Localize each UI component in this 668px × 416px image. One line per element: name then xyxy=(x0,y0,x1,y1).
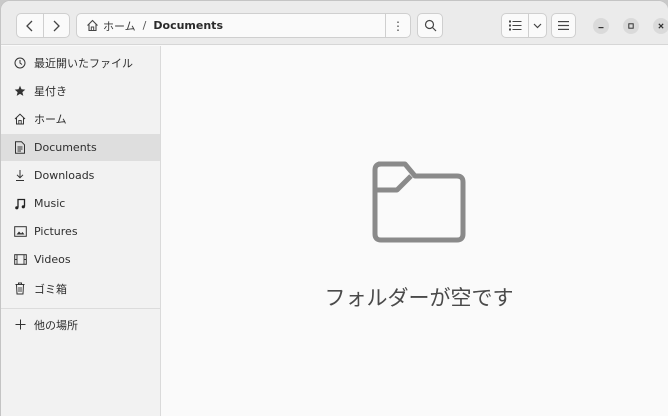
sidebar: 最近開いたファイル 星付き ホーム Documents Downloads Mu… xyxy=(1,46,161,416)
header-bar: ホーム / Documents ⋮ xyxy=(1,1,668,45)
empty-folder-message: フォルダーが空です xyxy=(324,286,514,310)
star-icon xyxy=(13,84,27,98)
back-button[interactable] xyxy=(17,14,43,37)
sidebar-item-label: 星付き xyxy=(34,84,67,98)
minimize-button[interactable] xyxy=(593,18,609,34)
close-button[interactable] xyxy=(653,18,668,34)
sidebar-item-music[interactable]: Music xyxy=(1,190,160,217)
plus-icon xyxy=(13,318,27,332)
home-icon xyxy=(13,112,27,126)
sidebar-divider xyxy=(1,308,160,309)
main-menu-button[interactable] xyxy=(551,13,576,38)
empty-folder-icon xyxy=(372,161,466,243)
maximize-icon xyxy=(628,23,634,29)
sidebar-item-videos[interactable]: Videos xyxy=(1,246,160,273)
sidebar-item-trash[interactable]: ゴミ箱 xyxy=(1,275,160,302)
search-button[interactable] xyxy=(417,13,443,38)
list-view-button[interactable] xyxy=(502,14,528,37)
maximize-button[interactable] xyxy=(623,18,639,34)
document-icon xyxy=(13,141,27,155)
trash-icon xyxy=(13,282,27,296)
clock-icon xyxy=(13,56,27,70)
picture-icon xyxy=(13,225,27,239)
sidebar-item-home[interactable]: ホーム xyxy=(1,105,160,132)
music-icon xyxy=(13,197,27,211)
vertical-dots-icon: ⋮ xyxy=(392,18,404,33)
home-icon[interactable] xyxy=(85,19,99,33)
path-separator: / xyxy=(142,19,147,32)
path-segment-home[interactable]: ホーム xyxy=(103,18,136,34)
path-menu-button[interactable]: ⋮ xyxy=(385,14,410,37)
video-icon xyxy=(13,253,27,267)
sidebar-item-starred[interactable]: 星付き xyxy=(1,77,160,104)
sidebar-item-label: 最近開いたファイル xyxy=(34,56,133,70)
sidebar-item-recent[interactable]: 最近開いたファイル xyxy=(1,49,160,76)
sidebar-item-pictures[interactable]: Pictures xyxy=(1,218,160,245)
sidebar-item-label: Pictures xyxy=(34,225,78,238)
sidebar-item-label: 他の場所 xyxy=(34,318,78,332)
sidebar-item-label: ゴミ箱 xyxy=(34,282,67,296)
sidebar-item-label: Downloads xyxy=(34,169,95,182)
sidebar-item-label: Music xyxy=(34,197,66,210)
sidebar-item-label: ホーム xyxy=(34,112,67,126)
chevron-right-icon xyxy=(54,20,61,31)
file-view[interactable]: フォルダーが空です xyxy=(161,46,668,416)
hamburger-icon xyxy=(558,21,569,30)
navigation-buttons xyxy=(16,13,70,38)
path-bar[interactable]: ホーム / Documents ⋮ xyxy=(76,13,411,38)
sidebar-item-other-locations[interactable]: 他の場所 xyxy=(1,311,160,338)
forward-button[interactable] xyxy=(42,14,69,37)
chevron-left-icon xyxy=(26,20,33,31)
list-view-icon xyxy=(508,20,522,31)
file-manager-window: ホーム / Documents ⋮ 最近開いたファイル 星付き ホーム Docu… xyxy=(0,0,668,416)
search-icon xyxy=(424,19,436,32)
view-dropdown-button[interactable] xyxy=(528,14,546,37)
chevron-down-icon xyxy=(533,23,542,28)
minimize-icon xyxy=(598,27,604,29)
sidebar-item-documents[interactable]: Documents xyxy=(1,134,160,161)
sidebar-item-label: Documents xyxy=(34,141,97,154)
path-segment-current[interactable]: Documents xyxy=(153,19,223,32)
sidebar-item-label: Videos xyxy=(34,253,71,266)
view-options xyxy=(501,13,547,38)
download-icon xyxy=(13,169,27,183)
close-icon xyxy=(658,23,664,29)
sidebar-item-downloads[interactable]: Downloads xyxy=(1,162,160,189)
